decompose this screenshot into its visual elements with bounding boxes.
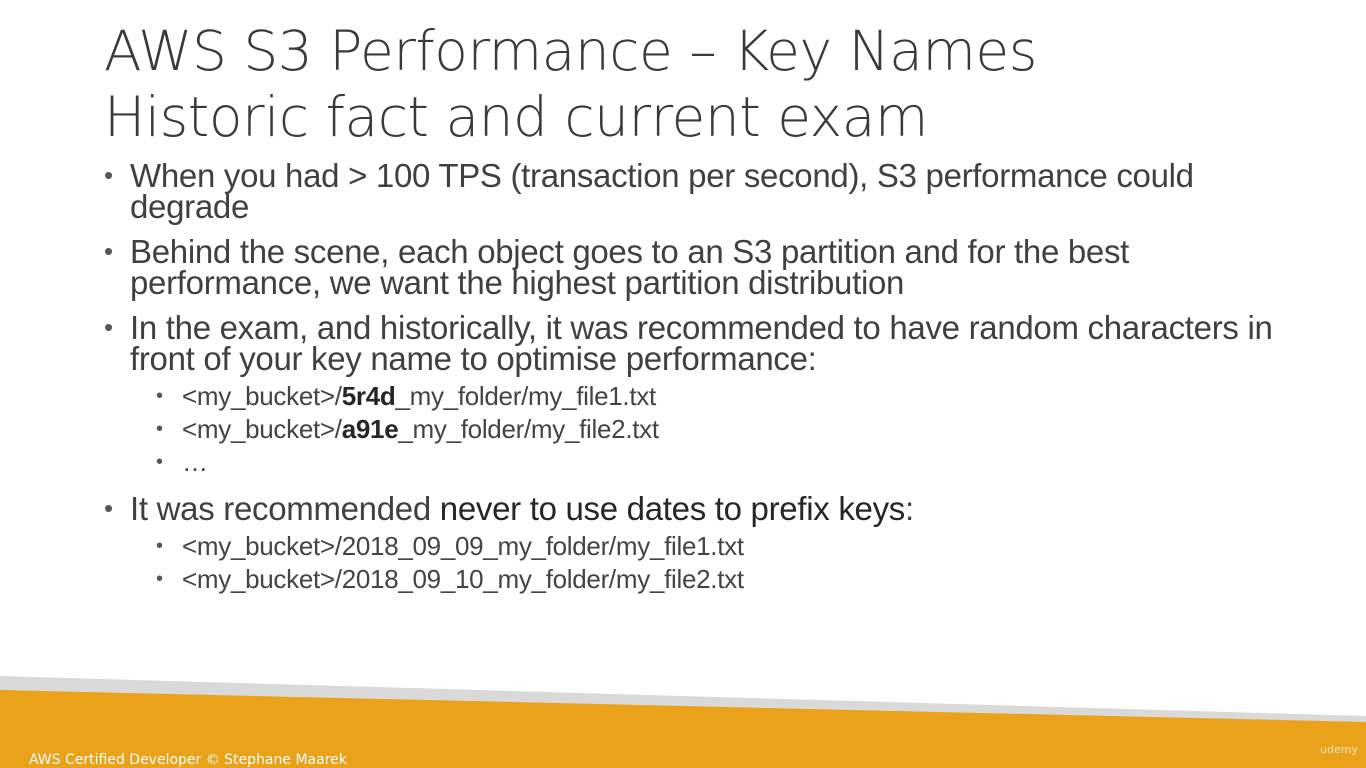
footer-credit: AWS Certified Developer © Stephane Maare… xyxy=(29,752,347,768)
footer-band xyxy=(0,676,1366,768)
udemy-watermark: udemy xyxy=(1320,743,1358,756)
slide: AWS S3 Performance – Key Names Historic … xyxy=(0,0,1366,768)
